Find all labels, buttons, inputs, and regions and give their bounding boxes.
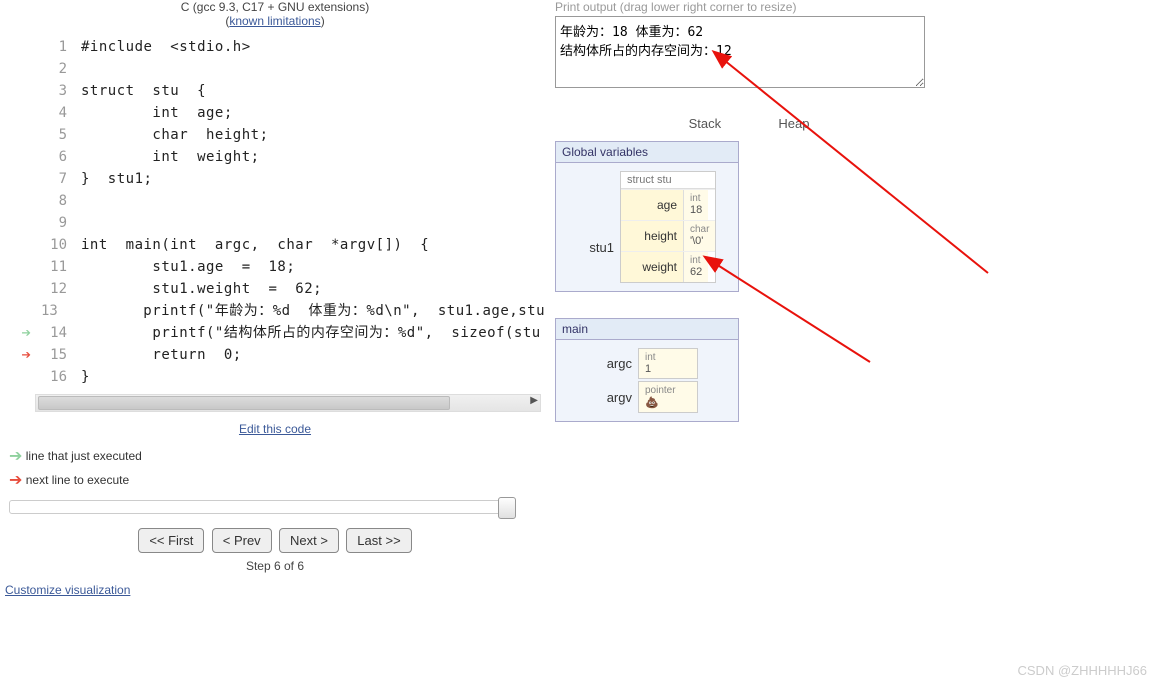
global-var-name: stu1 — [562, 200, 620, 255]
struct-field: weightint62 — [621, 251, 715, 282]
legend-prev: line that just executed — [26, 449, 142, 463]
slider-knob[interactable] — [498, 497, 516, 519]
struct-type-label: struct stu — [621, 172, 715, 189]
code-line: 9 — [5, 212, 545, 234]
code-editor: 1#include <stdio.h>23struct stu {4 int a… — [5, 36, 545, 388]
next-button[interactable]: Next > — [279, 528, 339, 553]
edit-code-link[interactable]: Edit this code — [239, 422, 311, 436]
horizontal-scrollbar[interactable]: ▶ — [35, 394, 541, 412]
prev-arrow-icon: ➔ — [9, 446, 22, 466]
code-line: 1#include <stdio.h> — [5, 36, 545, 58]
local-var: argcint1 — [562, 348, 732, 379]
last-button[interactable]: Last >> — [346, 528, 411, 553]
customize-link[interactable]: Customize visualization — [5, 583, 130, 597]
step-text: Step 6 of 6 — [5, 559, 545, 573]
struct-field: heightchar'\0' — [621, 220, 715, 251]
code-line: 2 — [5, 58, 545, 80]
code-line: 12 stu1.weight = 62; — [5, 278, 545, 300]
code-line: 6 int weight; — [5, 146, 545, 168]
print-output[interactable] — [555, 16, 925, 88]
code-line: 13 printf("年龄为：%d 体重为：%d\n", stu1.age,st… — [5, 300, 545, 322]
limitations-link[interactable]: known limitations — [229, 14, 320, 28]
struct-field: ageint18 — [621, 189, 715, 220]
watermark: CSDN @ZHHHHHJ66 — [1018, 663, 1148, 678]
code-line: 16} — [5, 366, 545, 388]
local-var: argvpointer💩 — [562, 381, 732, 413]
main-frame-header: main — [555, 318, 739, 340]
code-line: ➔14 printf("结构体所占的内存空间为：%d", sizeof(stu — [5, 322, 545, 344]
code-line: 3struct stu { — [5, 80, 545, 102]
legend-next: next line to execute — [26, 473, 129, 487]
next-arrow-icon: ➔ — [9, 470, 22, 490]
output-label: Print output (drag lower right corner to… — [555, 0, 1165, 14]
step-slider[interactable] — [9, 500, 515, 514]
scroll-right-arrow[interactable]: ▶ — [530, 395, 538, 406]
code-line: 5 char height; — [5, 124, 545, 146]
code-line: 10int main(int argc, char *argv[]) { — [5, 234, 545, 256]
code-line: 7} stu1; — [5, 168, 545, 190]
globals-frame-header: Global variables — [555, 141, 739, 163]
heap-header: Heap — [778, 116, 809, 131]
scroll-thumb[interactable] — [38, 396, 450, 410]
first-button[interactable]: << First — [138, 528, 204, 553]
code-line: ➔15 return 0; — [5, 344, 545, 366]
code-line: 8 — [5, 190, 545, 212]
code-line: 4 int age; — [5, 102, 545, 124]
prev-button[interactable]: < Prev — [212, 528, 272, 553]
compiler-label: C (gcc 9.3, C17 + GNU extensions) — [5, 0, 545, 14]
stack-header: Stack — [689, 116, 722, 131]
code-line: 11 stu1.age = 18; — [5, 256, 545, 278]
